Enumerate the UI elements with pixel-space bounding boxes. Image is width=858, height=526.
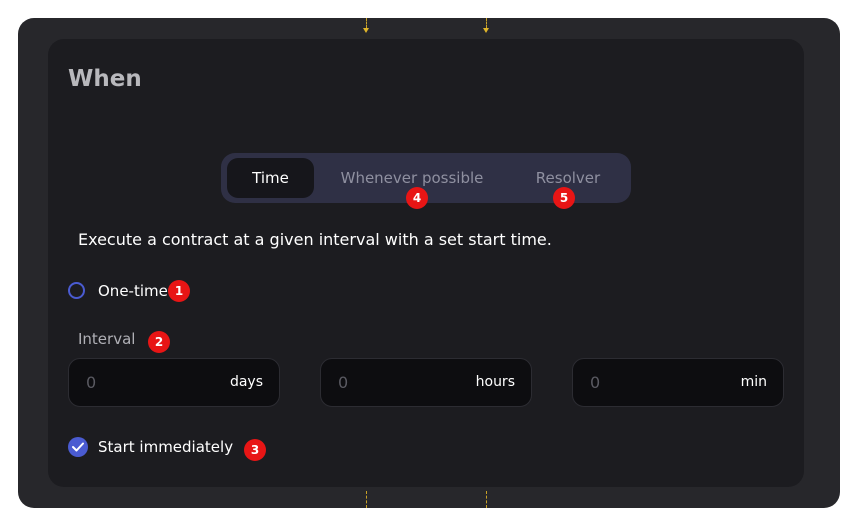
annotation-badge-1: 1 (168, 280, 190, 302)
start-immediately-label[interactable]: Start immediately (98, 438, 233, 456)
description-text: Execute a contract at a given interval w… (78, 230, 552, 249)
interval-days-input[interactable]: 0 days (68, 358, 280, 407)
hours-value: 0 (338, 373, 349, 392)
when-card (48, 39, 804, 487)
annotation-badge-2: 2 (148, 331, 170, 353)
connector-arrow-top-right (483, 28, 489, 33)
checkmark-icon (72, 442, 84, 452)
annotation-badge-3: 3 (244, 439, 266, 461)
annotation-badge-4: 4 (406, 187, 428, 209)
hours-unit: hours (475, 374, 515, 390)
section-title: When (68, 66, 142, 92)
connector-line-top-left (366, 18, 367, 28)
interval-min-input[interactable]: 0 min (572, 358, 784, 407)
min-value: 0 (590, 373, 601, 392)
min-unit: min (740, 374, 767, 390)
interval-hours-input[interactable]: 0 hours (320, 358, 532, 407)
start-immediately-checkbox[interactable] (68, 437, 88, 457)
connector-arrow-top-left (363, 28, 369, 33)
one-time-radio[interactable] (68, 282, 85, 299)
tab-time[interactable]: Time (227, 158, 314, 198)
connector-line-top-right (486, 18, 487, 28)
annotation-badge-5: 5 (553, 187, 575, 209)
days-unit: days (229, 374, 263, 390)
days-value: 0 (86, 373, 97, 392)
interval-label: Interval (78, 330, 136, 348)
connector-line-bottom-left (366, 491, 367, 508)
connector-line-bottom-right (486, 491, 487, 508)
one-time-label[interactable]: One-time (98, 282, 168, 300)
